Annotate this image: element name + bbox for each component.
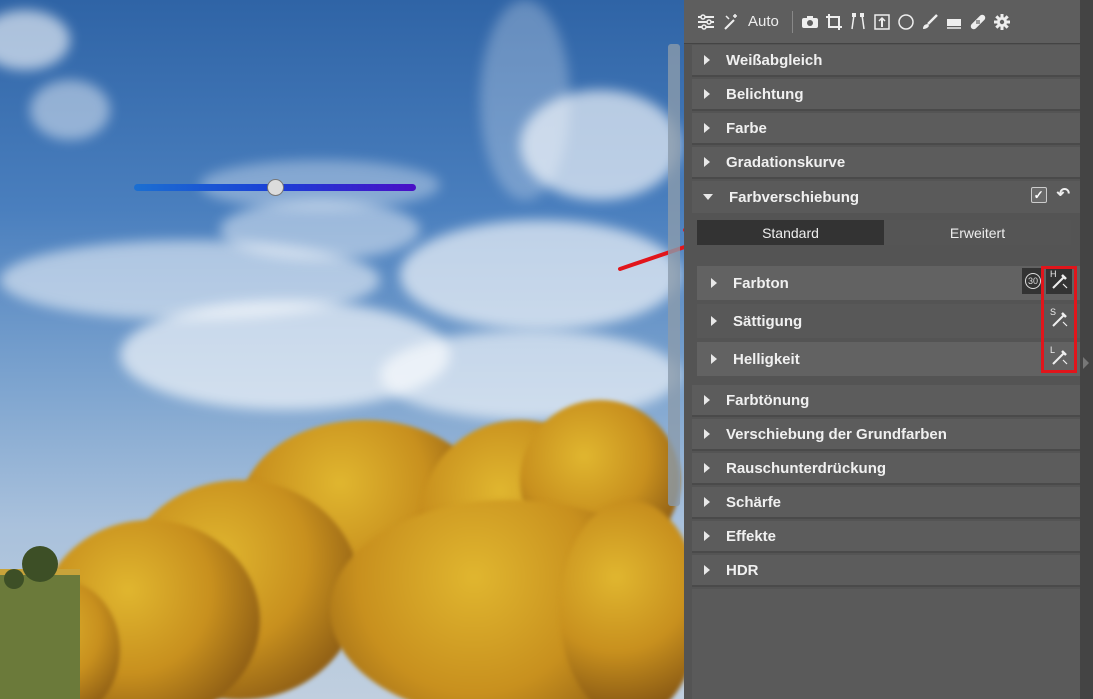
section-label: Farbe [726,119,767,137]
expand-arrow-icon [704,89,710,99]
section-label: Gradationskurve [726,153,846,171]
expand-arrow-icon [704,497,710,507]
magic-wand-icon[interactable] [720,12,740,32]
section-label: Rauschunterdrückung [726,459,887,477]
section-gradationskurve[interactable]: Gradationskurve [692,147,1080,179]
photo-preview[interactable] [0,0,684,699]
undo-icon[interactable]: ↶ [1057,187,1070,203]
crop-icon[interactable] [824,12,844,32]
section-hdr[interactable]: HDR [692,555,1080,587]
tab-standard[interactable]: Standard [697,220,884,245]
section-schaerfe[interactable]: Schärfe [692,487,1080,519]
expand-arrow-icon [711,278,717,288]
collapse-panel-icon[interactable] [1083,357,1089,369]
subsection-label: Sättigung [733,312,803,330]
section-label: Weißabgleich [726,51,823,69]
section-farbverschiebung[interactable]: Farbverschiebung ✓ ↶ [692,181,1080,213]
expand-arrow-icon [704,565,710,575]
sliders-icon[interactable] [696,12,716,32]
section-belichtung[interactable]: Belichtung [692,79,1080,111]
expand-arrow-icon [704,123,710,133]
brush-icon[interactable] [920,12,940,32]
auto-button[interactable]: Auto [748,13,779,30]
enable-checkbox[interactable]: ✓ [1030,187,1047,203]
slider-knob[interactable] [267,179,284,196]
vineyard-hill [0,546,80,699]
expand-arrow-icon [711,354,717,364]
collapse-arrow-icon [703,194,713,200]
subsection-saettigung[interactable]: Sättigung [697,304,1080,338]
section-label: Effekte [726,527,777,545]
section-label: Schärfe [726,493,782,511]
expand-arrow-icon [711,316,717,326]
circle-icon[interactable] [896,12,916,32]
section-label: Belichtung [726,85,804,103]
section-farbtoenung[interactable]: Farbtönung [692,385,1080,417]
panel-scrollbar[interactable] [1080,0,1093,699]
section-rauschunterdrueckung[interactable]: Rauschunterdrückung [692,453,1080,485]
expand-arrow-icon [704,531,710,541]
photo-scrollbar[interactable] [668,44,680,506]
section-label: Farbtönung [726,391,810,409]
section-weissabgleich[interactable]: Weißabgleich [692,45,1080,77]
section-label: HDR [726,561,759,579]
expand-arrow-icon [704,157,710,167]
adjustments-panel: Auto Weißabgleich Belichtung Farbe Grada… [684,0,1093,699]
expand-arrow-icon [704,395,710,405]
section-effekte[interactable]: Effekte [692,521,1080,553]
subsection-label: Helligkeit [733,350,800,368]
expand-arrow-icon [704,429,710,439]
healing-icon[interactable] [968,12,988,32]
tab-erweitert[interactable]: Erweitert [884,220,1071,245]
subsection-label: Farbton [733,274,789,292]
toolbar-divider [791,10,793,33]
subsection-helligkeit[interactable]: Helligkeit [697,342,1080,376]
panel-empty-area [692,589,1080,699]
expand-arrow-icon [704,55,710,65]
expand-arrow-icon [704,463,710,473]
perspective-icon[interactable] [848,12,868,32]
camera-icon[interactable] [800,12,820,32]
section-label: Verschiebung der Grundfarben [726,425,947,443]
section-farbe[interactable]: Farbe [692,113,1080,145]
section-grundfarben[interactable]: Verschiebung der Grundfarben [692,419,1080,451]
badge-number: 30 [1025,273,1041,289]
gear-icon[interactable] [992,12,1012,32]
eraser-icon[interactable] [944,12,964,32]
export-icon[interactable] [872,12,892,32]
red-highlight-box [1041,266,1077,373]
hue-shift-slider[interactable] [134,179,416,196]
mode-tabs: Standard Erweitert [697,220,1071,245]
tool-toolbar: Auto [684,0,1080,44]
section-label: Farbverschiebung [729,188,860,206]
